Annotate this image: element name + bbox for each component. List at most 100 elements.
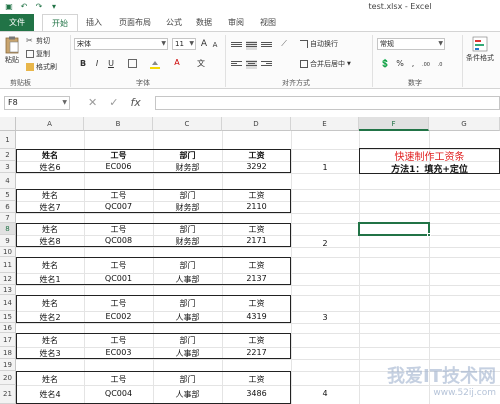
helper-cell[interactable]: 4: [291, 389, 359, 398]
id-cell[interactable]: QC004: [84, 389, 153, 398]
row-header-18[interactable]: 18: [0, 347, 16, 359]
formula-input[interactable]: [155, 96, 500, 110]
header-cell[interactable]: 工号: [84, 335, 153, 346]
salary-cell[interactable]: 2137: [222, 274, 291, 283]
header-cell[interactable]: 工资: [222, 374, 291, 385]
dept-cell[interactable]: 财务部: [153, 202, 222, 213]
dept-cell[interactable]: 人事部: [153, 389, 222, 400]
italic-button[interactable]: I: [92, 59, 102, 69]
font-color-button[interactable]: A: [172, 58, 182, 68]
header-cell[interactable]: 姓名: [16, 260, 84, 271]
header-cell[interactable]: 姓名: [16, 224, 84, 235]
row-header-8[interactable]: 8: [0, 223, 16, 235]
row-header-2[interactable]: 2: [0, 149, 16, 161]
orientation-icon[interactable]: ⟋: [279, 39, 289, 49]
row-header-9[interactable]: 9: [0, 235, 16, 247]
row-header-3[interactable]: 3: [0, 161, 16, 173]
font-name-combo[interactable]: 宋体 ▼: [74, 38, 168, 50]
column-header-e[interactable]: E: [291, 117, 359, 131]
header-cell[interactable]: 工资: [222, 190, 291, 201]
name-cell[interactable]: 姓名8: [16, 236, 84, 247]
row-header-5[interactable]: 5: [0, 189, 16, 201]
id-cell[interactable]: EC002: [84, 312, 153, 321]
header-cell[interactable]: 姓名: [16, 298, 84, 309]
row-header-16[interactable]: 16: [0, 323, 16, 333]
phonetic-button[interactable]: 文: [196, 59, 206, 69]
name-cell[interactable]: 姓名7: [16, 202, 84, 213]
header-cell[interactable]: 部门: [153, 260, 222, 271]
id-cell[interactable]: EC003: [84, 348, 153, 357]
helper-cell[interactable]: 1: [291, 163, 359, 172]
align-right-icon[interactable]: [261, 60, 272, 69]
decrease-decimal-button[interactable]: .0: [434, 60, 446, 70]
tab-file[interactable]: 文件: [0, 14, 34, 31]
header-cell[interactable]: 工资: [222, 335, 291, 346]
grow-font-button[interactable]: A: [199, 39, 209, 49]
conditional-formatting-button[interactable]: 条件格式: [466, 36, 494, 63]
header-cell[interactable]: 工号: [84, 260, 153, 271]
id-cell[interactable]: EC006: [84, 162, 153, 171]
align-top-icon[interactable]: [231, 41, 242, 50]
salary-cell[interactable]: 3292: [222, 162, 291, 171]
column-header-c[interactable]: C: [153, 117, 222, 131]
dept-cell[interactable]: 财务部: [153, 162, 222, 173]
row-header-12[interactable]: 12: [0, 273, 16, 285]
header-cell[interactable]: 姓名: [16, 150, 84, 161]
dept-cell[interactable]: 财务部: [153, 236, 222, 247]
name-box[interactable]: F8 ▼: [4, 96, 70, 110]
salary-cell[interactable]: 4319: [222, 312, 291, 321]
align-center-icon[interactable]: [246, 60, 257, 69]
header-cell[interactable]: 部门: [153, 224, 222, 235]
row-header-21[interactable]: 21: [0, 385, 16, 404]
tab-page-layout[interactable]: 页面布局: [112, 14, 158, 31]
font-size-combo[interactable]: 11 ▼: [172, 38, 196, 50]
column-header-a[interactable]: A: [16, 117, 84, 131]
dept-cell[interactable]: 人事部: [153, 274, 222, 285]
merge-center-button[interactable]: 合并后居中 ▼: [300, 59, 351, 69]
tab-review[interactable]: 审阅: [222, 14, 250, 31]
comma-button[interactable]: ,: [408, 59, 418, 69]
percent-button[interactable]: %: [395, 59, 405, 69]
row-header-4[interactable]: 4: [0, 173, 16, 189]
select-all-corner[interactable]: [0, 117, 16, 131]
helper-cell[interactable]: 2: [291, 239, 359, 248]
header-cell[interactable]: 工资: [222, 260, 291, 271]
wrap-text-button[interactable]: 自动换行: [300, 39, 338, 49]
header-cell[interactable]: 工资: [222, 298, 291, 309]
row-header-17[interactable]: 17: [0, 333, 16, 347]
name-cell[interactable]: 姓名4: [16, 389, 84, 400]
header-cell[interactable]: 部门: [153, 298, 222, 309]
fill-handle[interactable]: [427, 233, 431, 237]
cancel-icon[interactable]: ✕: [88, 96, 97, 109]
header-cell[interactable]: 工号: [84, 150, 153, 161]
name-cell[interactable]: 姓名6: [16, 162, 84, 173]
column-header-b[interactable]: B: [84, 117, 153, 131]
row-header-1[interactable]: 1: [0, 131, 16, 149]
helper-cell[interactable]: 3: [291, 313, 359, 322]
column-header-f[interactable]: F: [359, 117, 429, 131]
header-cell[interactable]: 工号: [84, 374, 153, 385]
salary-cell[interactable]: 2217: [222, 348, 291, 357]
header-cell[interactable]: 部门: [153, 150, 222, 161]
bold-button[interactable]: B: [78, 59, 88, 69]
number-format-combo[interactable]: 常规 ▼: [377, 38, 445, 50]
underline-button[interactable]: U: [106, 59, 116, 69]
selected-cell[interactable]: [358, 222, 430, 236]
id-cell[interactable]: QC001: [84, 274, 153, 283]
row-header-10[interactable]: 10: [0, 247, 16, 257]
salary-cell[interactable]: 3486: [222, 389, 291, 398]
header-cell[interactable]: 工资: [222, 150, 291, 161]
enter-icon[interactable]: ✓: [109, 96, 118, 109]
row-header-20[interactable]: 20: [0, 371, 16, 385]
id-cell[interactable]: QC007: [84, 202, 153, 211]
paste-button[interactable]: 粘贴: [4, 36, 20, 65]
header-cell[interactable]: 部门: [153, 190, 222, 201]
tab-insert[interactable]: 插入: [80, 14, 108, 31]
name-cell[interactable]: 姓名1: [16, 274, 84, 285]
salary-cell[interactable]: 2171: [222, 236, 291, 245]
align-middle-icon[interactable]: [246, 41, 257, 50]
tab-formulas[interactable]: 公式: [160, 14, 188, 31]
name-cell[interactable]: 姓名3: [16, 348, 84, 359]
align-bottom-icon[interactable]: [261, 41, 272, 50]
row-header-15[interactable]: 15: [0, 311, 16, 323]
